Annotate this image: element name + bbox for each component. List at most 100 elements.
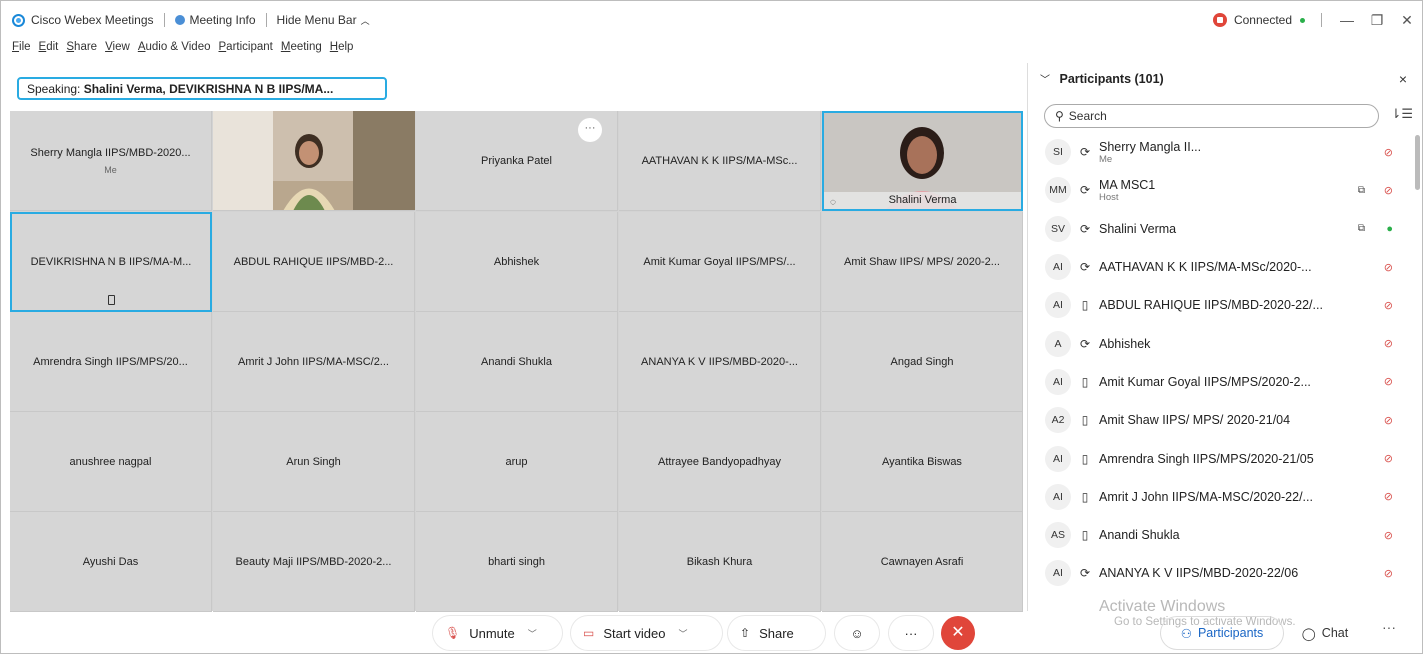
video-tile[interactable]: Sherry Mangla IIPS/MBD-2020... Me: [10, 111, 212, 211]
video-tile[interactable]: bharti singh: [416, 512, 618, 612]
title-bar: Cisco Webex Meetings Meeting Info Hide M…: [1, 1, 1422, 39]
video-tile[interactable]: Beauty Maji IIPS/MBD-2020-2...: [213, 512, 415, 612]
video-tile[interactable]: Attrayee Bandyopadhyay: [619, 412, 821, 512]
minimize-button[interactable]: —: [1332, 12, 1362, 28]
device-icon: ▯: [1081, 451, 1089, 466]
mic-muted-icon[interactable]: ⊘: [1384, 414, 1393, 427]
participants-button[interactable]: ⚇ Participants: [1161, 617, 1283, 649]
video-tile-camera[interactable]: [212, 111, 415, 211]
webex-window: Cisco Webex Meetings Meeting Info Hide M…: [0, 0, 1423, 654]
video-tile[interactable]: Abhishek: [416, 212, 618, 312]
menu-share[interactable]: Share: [66, 41, 97, 59]
tile-name-bar: ◌ Shalini Verma: [824, 192, 1021, 209]
unmute-button[interactable]: 🎙︎ Unmute ﹀: [433, 616, 562, 650]
mic-muted-icon[interactable]: ⊘: [1384, 490, 1393, 503]
speaking-names: Shalini Verma, DEVIKRISHNA N B IIPS/MA..…: [83, 82, 334, 96]
video-tile[interactable]: Amrendra Singh IIPS/MPS/20...: [10, 312, 212, 412]
menu-meeting[interactable]: Meeting: [281, 41, 322, 59]
reactions-button[interactable]: ☺: [835, 616, 879, 650]
video-tile[interactable]: anushree nagpal: [10, 412, 212, 512]
video-tile[interactable]: ABDUL RAHIQUE IIPS/MBD-2...: [213, 212, 415, 312]
video-tile[interactable]: Cawnayen Asrafi: [822, 512, 1023, 612]
video-tile[interactable]: arup: [416, 412, 618, 512]
hide-menu-bar-button[interactable]: Hide Menu Bar: [277, 13, 357, 27]
participant-video-image: [212, 111, 415, 210]
menu-view[interactable]: View: [105, 41, 130, 59]
video-tile-selected[interactable]: DEVIKRISHNA N B IIPS/MA-M...: [10, 212, 212, 312]
participant-row[interactable]: A2 ▯ Amit Shaw IIPS/ MPS/ 2020-21/04 ⊘: [1028, 401, 1413, 439]
menu-audio-video[interactable]: Audio & Video: [138, 41, 211, 59]
connection-status[interactable]: Connected: [1234, 13, 1292, 27]
avatar: MM: [1045, 177, 1071, 204]
device-icon: ⟳: [1079, 183, 1091, 198]
start-video-button[interactable]: ▭ Start video ﹀: [571, 616, 722, 650]
participant-row[interactable]: A ⟳ Abhishek ⊘: [1028, 324, 1413, 362]
avatar: AI: [1045, 368, 1071, 395]
avatar: A: [1045, 330, 1071, 357]
menu-edit[interactable]: Edit: [39, 41, 59, 59]
participant-row[interactable]: AI ⟳ ANANYA K V IIPS/MBD-2020-22/06 ⊘: [1028, 554, 1413, 592]
participant-row[interactable]: AI ▯ Amrendra Singh IIPS/MPS/2020-21/05 ⊘: [1028, 439, 1413, 477]
participant-name: Amit Kumar Goyal IIPS/MPS/2020-2...: [1099, 374, 1311, 389]
video-tile[interactable]: Ayushi Das: [10, 512, 212, 612]
participant-row[interactable]: AS ▯ Anandi Shukla ⊘: [1028, 516, 1413, 554]
restore-button[interactable]: ❐: [1362, 12, 1392, 29]
panel-header[interactable]: ﹀ Participants (101): [1040, 71, 1164, 86]
share-icon: ⇧: [740, 626, 751, 640]
mic-muted-icon[interactable]: ⊘: [1384, 184, 1393, 197]
video-tile[interactable]: Angad Singh: [822, 312, 1023, 412]
chat-button[interactable]: ◯ Chat: [1289, 617, 1361, 649]
mic-on-icon[interactable]: ●: [1386, 223, 1393, 235]
video-tile[interactable]: ANANYA K V IIPS/MBD-2020-...: [619, 312, 821, 412]
share-button[interactable]: ⇧ Share: [728, 616, 825, 650]
mic-muted-icon[interactable]: ⊘: [1384, 146, 1393, 159]
speaking-indicator: Speaking: Shalini Verma, DEVIKRISHNA N B…: [17, 77, 387, 100]
close-window-button[interactable]: ✕: [1392, 12, 1422, 29]
more-panels-button[interactable]: ···: [1374, 619, 1404, 635]
panel-title: Participants (101): [1059, 72, 1164, 86]
participant-name: Amrendra Singh IIPS/MPS/2020-21/05: [1099, 451, 1314, 466]
participant-row[interactable]: SV ⟳ Shalini Verma ⧉ ●: [1028, 210, 1413, 248]
more-icon: ···: [904, 625, 918, 641]
video-tile-active-speaker[interactable]: ◌ Shalini Verma: [822, 111, 1023, 211]
mic-muted-icon[interactable]: ⊘: [1384, 261, 1393, 274]
search-input[interactable]: ⚲ Search: [1044, 104, 1379, 128]
menu-help[interactable]: Help: [330, 41, 354, 59]
meeting-info-button[interactable]: Meeting Info: [190, 13, 256, 27]
tile-more-button[interactable]: ···: [578, 118, 602, 142]
video-tile[interactable]: Bikash Khura: [619, 512, 821, 612]
video-tile[interactable]: Anandi Shukla: [416, 312, 618, 412]
participant-row[interactable]: AI ▯ Amit Kumar Goyal IIPS/MPS/2020-2... ⊘: [1028, 363, 1413, 401]
participant-row[interactable]: SI ⟳ Sherry Mangla II... Me ⊘: [1028, 133, 1413, 171]
video-tile[interactable]: Arun Singh: [213, 412, 415, 512]
video-tile[interactable]: AATHAVAN K K IIPS/MA-MSc...: [619, 111, 821, 211]
participant-name: Abhishek: [1099, 336, 1151, 351]
participant-row[interactable]: AI ▯ ABDUL RAHIQUE IIPS/MBD-2020-22/... ⊘: [1028, 286, 1413, 324]
sort-icon[interactable]: ⇂☰: [1390, 106, 1413, 122]
mic-muted-icon[interactable]: ⊘: [1384, 337, 1393, 350]
menu-file[interactable]: File: [12, 41, 31, 59]
close-panel-button[interactable]: ×: [1399, 71, 1407, 87]
video-tile[interactable]: Amrit J John IIPS/MA-MSC/2...: [213, 312, 415, 412]
mic-muted-icon[interactable]: ⊘: [1384, 529, 1393, 542]
video-tile[interactable]: Amit Kumar Goyal IIPS/MPS/...: [619, 212, 821, 312]
mic-muted-icon[interactable]: ⊘: [1384, 452, 1393, 465]
video-tile[interactable]: Amit Shaw IIPS/ MPS/ 2020-2...: [822, 212, 1023, 312]
video-tile[interactable]: Ayantika Biswas: [822, 412, 1023, 512]
participant-role: Me: [1099, 153, 1113, 165]
menu-bar: File Edit Share View Audio & Video Parti…: [12, 41, 353, 59]
more-options-button[interactable]: ···: [889, 616, 933, 650]
mic-muted-icon[interactable]: ⊘: [1384, 299, 1393, 312]
avatar: AI: [1045, 445, 1071, 472]
menu-participant[interactable]: Participant: [219, 41, 273, 59]
mic-muted-icon[interactable]: ⊘: [1384, 375, 1393, 388]
chevron-down-icon: ﹀: [527, 628, 537, 639]
scrollbar[interactable]: [1415, 135, 1420, 190]
video-tile[interactable]: Priyanka Patel ···: [416, 111, 618, 211]
mic-muted-icon[interactable]: ⊘: [1384, 567, 1393, 580]
leave-meeting-button[interactable]: ✕: [941, 616, 975, 650]
participant-row[interactable]: MM ⟳ MA MSC1 Host ⧉ ⊘: [1028, 171, 1413, 209]
participant-row[interactable]: AI ▯ Amrit J John IIPS/MA-MSC/2020-22/... ⊘: [1028, 478, 1413, 516]
device-icon: ▯: [1081, 298, 1089, 313]
participant-row[interactable]: AI ⟳ AATHAVAN K K IIPS/MA-MSc/2020-... ⊘: [1028, 248, 1413, 286]
